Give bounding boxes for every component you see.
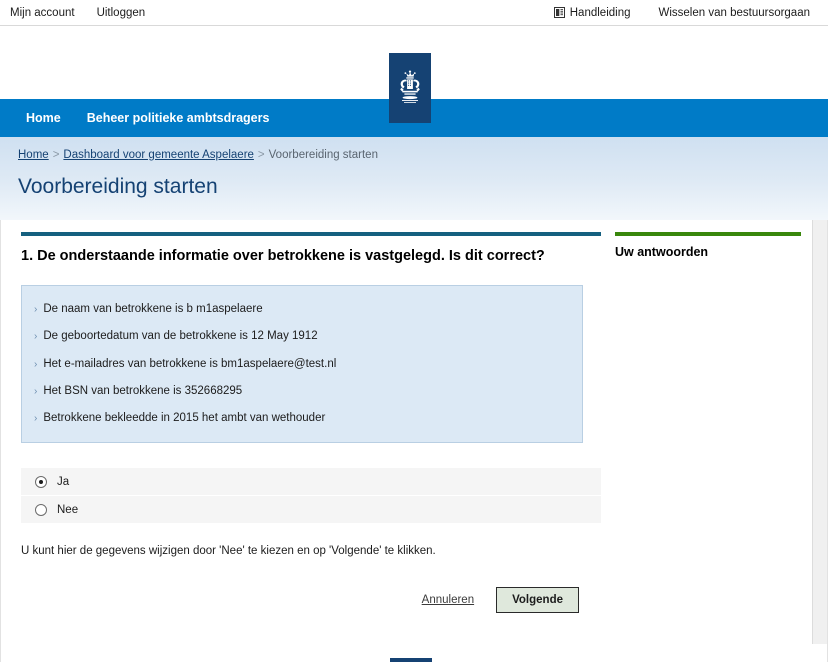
breadcrumb-item-home[interactable]: Home (18, 149, 49, 161)
info-list-item: › Het BSN van betrokkene is 352668295 (22, 378, 582, 405)
chevron-right-icon: › (34, 385, 38, 397)
answer-options: Ja Nee (21, 468, 601, 524)
hint-text: U kunt hier de gegevens wijzigen door 'N… (21, 545, 436, 558)
rijksoverheid-logo-ribbon (389, 53, 431, 123)
cancel-link[interactable]: Annuleren (422, 594, 474, 606)
footer-logo-ribbon (390, 658, 432, 662)
radio-icon-nee[interactable] (35, 503, 47, 516)
breadcrumb-separator: > (257, 149, 265, 161)
radio-option-nee[interactable]: Nee (21, 496, 601, 524)
topbar-left-links: Mijn account Uitloggen (10, 7, 145, 19)
page-title: Voorbereiding starten (18, 175, 218, 198)
content-shell: 1. De onderstaande informatie over betro… (0, 220, 828, 644)
sidebar-uw-antwoorden: Uw antwoorden (601, 220, 811, 644)
breadcrumb-item-dashboard[interactable]: Dashboard voor gemeente Aspelaere (63, 149, 254, 161)
info-list-item: › De geboortedatum van de betrokkene is … (22, 323, 582, 350)
info-list-item-label: De naam van betrokkene is b m1aspelaere (43, 303, 263, 316)
manual-link-label: Handleiding (569, 6, 631, 19)
manual-link[interactable]: Handleiding (553, 6, 631, 19)
sidebar-top-rule (615, 232, 801, 236)
sidebar-title: Uw antwoorden (615, 245, 709, 259)
chevron-right-icon: › (34, 358, 38, 370)
breadcrumb: Home > Dashboard voor gemeente Aspelaere > V… (0, 149, 828, 161)
info-list-item-label: Het BSN van betrokkene is 352668295 (43, 384, 243, 397)
radio-option-ja-label: Ja (57, 475, 70, 488)
info-list-item: › Het e-mailadres van betrokkene is bm1a… (22, 351, 582, 378)
question-heading: 1. De onderstaande informatie over betro… (21, 248, 545, 264)
logo-band (0, 26, 828, 123)
betrokkene-info-panel: › De naam van betrokkene is b m1aspelaer… (21, 285, 583, 444)
info-list-item-label: Het e-mailadres van betrokkene is bm1asp… (43, 357, 337, 370)
my-account-link[interactable]: Mijn account (10, 7, 75, 19)
utility-topbar: Mijn account Uitloggen Handleiding Wisse… (0, 0, 828, 26)
breadcrumb-item-current: Voorbereiding starten (268, 149, 378, 161)
manual-book-icon (553, 7, 565, 18)
main-column: 1. De onderstaande informatie over betro… (1, 220, 601, 644)
chevron-right-icon: › (34, 331, 38, 343)
radio-option-nee-label: Nee (57, 503, 79, 516)
nav-beheer-politieke-ambtsdragers[interactable]: Beheer politieke ambtsdragers (87, 111, 270, 125)
logout-link[interactable]: Uitloggen (97, 7, 146, 19)
nav-home[interactable]: Home (26, 111, 61, 125)
switch-organisation-link[interactable]: Wisselen van bestuursorgaan (659, 7, 811, 19)
radio-option-ja[interactable]: Ja (21, 468, 601, 496)
chevron-right-icon: › (34, 413, 38, 425)
next-button[interactable]: Volgende (496, 587, 579, 614)
radio-icon-ja[interactable] (35, 475, 47, 488)
question-top-rule (21, 232, 601, 236)
info-list-item-label: Betrokkene bekleedde in 2015 het ambt va… (43, 412, 326, 425)
rijksoverheid-crest-icon (400, 70, 420, 103)
topbar-right-links: Handleiding Wisselen van bestuursorgaan (553, 6, 816, 19)
info-list-item: › De naam van betrokkene is b m1aspelaer… (22, 296, 582, 323)
vertical-scrollbar[interactable] (812, 220, 827, 644)
title-band: Home > Dashboard voor gemeente Aspelaere > V… (0, 137, 828, 220)
breadcrumb-separator: > (52, 149, 60, 161)
info-list-item-label: De geboortedatum van de betrokkene is 12… (43, 330, 318, 343)
chevron-right-icon: › (34, 304, 38, 316)
footer (0, 644, 828, 662)
form-actions: Annuleren Volgende (21, 587, 579, 614)
info-list-item: › Betrokkene bekleedde in 2015 het ambt … (22, 405, 582, 432)
